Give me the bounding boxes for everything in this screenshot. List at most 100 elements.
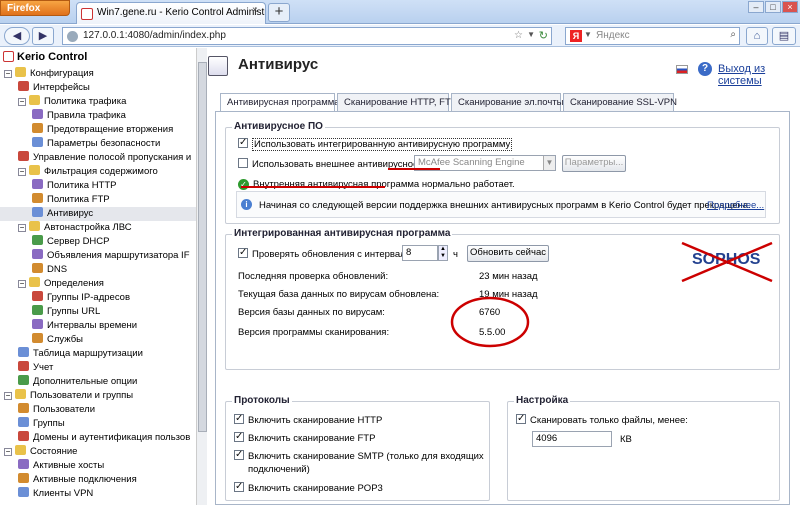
collapse-icon[interactable]: − [18, 224, 26, 232]
url-dropdown-icon[interactable]: ▼ [527, 30, 535, 39]
menu-icon[interactable]: ▤ [772, 27, 796, 45]
chevron-down-icon[interactable]: ▼ [543, 156, 555, 170]
browser-titlebar: Firefox Win7.gene.ru - Kerio Control Adm… [0, 0, 800, 24]
sidebar-item[interactable]: Интерфейсы [0, 81, 196, 95]
params-button[interactable]: Параметры... [562, 155, 626, 172]
sidebar-item[interactable]: Политика HTTP [0, 179, 196, 193]
sidebar-item[interactable]: Правила трафика [0, 109, 196, 123]
scan-smaller-checkbox[interactable] [516, 412, 526, 425]
scan-pop3-label: Включить сканирование POP3 [248, 483, 383, 494]
connections-icon [18, 473, 29, 483]
sidebar-item[interactable]: Группы [0, 417, 196, 431]
close-window-icon[interactable]: × [782, 1, 798, 13]
check-updates-checkbox[interactable] [238, 246, 248, 259]
site-identity-icon [67, 31, 78, 42]
sidebar-item[interactable]: Активные подключения [0, 473, 196, 487]
scan-smaller-row[interactable]: Сканировать только файлы, менее: [516, 412, 688, 427]
bookmark-star-icon[interactable]: ☆ [514, 30, 523, 41]
sidebar-item[interactable]: Службы [0, 333, 196, 347]
sidebar-item[interactable]: Предотвращение вторжения [0, 123, 196, 137]
back-button[interactable]: ◀ [4, 27, 30, 45]
sidebar-item[interactable]: − Конфигурация [0, 67, 196, 81]
collapse-icon[interactable]: − [18, 168, 26, 176]
scan-ftp-row[interactable]: Включить сканирование FTP [234, 430, 375, 445]
interval-spinner-icon[interactable]: ▲ ▼ [438, 245, 448, 261]
sidebar-item[interactable]: Объявления маршрутизатора IF [0, 249, 196, 263]
sidebar-item[interactable]: Параметры безопасности [0, 137, 196, 151]
scan-http-row[interactable]: Включить сканирование HTTP [234, 412, 382, 427]
firefox-menu-button[interactable]: Firefox [0, 0, 70, 16]
tab-close-icon[interactable]: × [252, 5, 258, 16]
scan-pop3-checkbox[interactable] [234, 480, 244, 493]
dhcp-icon [32, 235, 43, 245]
interval-input[interactable]: 8 [402, 245, 438, 261]
sidebar-item[interactable]: Группы IP-адресов [0, 291, 196, 305]
group-legend: Интегрированная антивирусная программа [232, 228, 453, 239]
check-updates-row[interactable]: Проверять обновления с интервалом [238, 246, 418, 261]
search-icon[interactable]: ⌕ [730, 29, 736, 40]
sidebar-item[interactable]: Антивирус [0, 207, 196, 221]
browser-tab[interactable]: Win7.gene.ru - Kerio Control Administrat… [76, 2, 266, 24]
scan-smtp-row[interactable]: Включить сканирование SMTP (только для в… [234, 448, 484, 463]
sidebar-item[interactable]: − Состояние [0, 445, 196, 459]
sidebar-item[interactable]: DNS [0, 263, 196, 277]
sidebar-item[interactable]: Активные хосты [0, 459, 196, 473]
tab-ssl-vpn-scanning[interactable]: Сканирование SSL-VPN [563, 93, 677, 111]
sidebar-item[interactable]: Пользователи [0, 403, 196, 417]
routing-icon [18, 347, 29, 357]
scan-pop3-row[interactable]: Включить сканирование POP3 [234, 480, 383, 495]
more-link[interactable]: Подробнее... [707, 199, 764, 212]
use-integrated-checkbox-row[interactable]: Использовать интегрированную антивирусну… [238, 136, 513, 151]
sidebar-item[interactable]: Дополнительные опции [0, 375, 196, 389]
sidebar-item[interactable]: − Автонастройка ЛВС [0, 221, 196, 235]
url-bar[interactable]: 127.0.0.1:4080/admin/index.php ☆ ▼ ↻ [62, 27, 552, 45]
search-engine-dropdown-icon[interactable]: ▼ [584, 30, 592, 39]
forward-button[interactable]: ▶ [32, 27, 54, 45]
collapse-icon[interactable]: − [4, 448, 12, 456]
sidebar-item[interactable]: Управление полосой пропускания и [0, 151, 196, 165]
use-integrated-checkbox[interactable] [238, 136, 248, 149]
maximize-icon[interactable]: □ [765, 1, 781, 13]
reload-icon[interactable]: ↻ [539, 29, 548, 42]
russian-flag-icon[interactable] [676, 65, 688, 74]
minimize-icon[interactable]: – [748, 1, 764, 13]
sidebar-item[interactable]: − Пользователи и группы [0, 389, 196, 403]
sidebar-item[interactable]: Домены и аутентификация пользов [0, 431, 196, 445]
tab-email-scanning[interactable]: Сканирование эл.почты [451, 93, 564, 111]
search-input[interactable]: Я ▼ Яндекс ⌕ [565, 27, 740, 45]
home-icon[interactable]: ⌂ [746, 27, 768, 45]
size-limit-input[interactable]: 4096 [532, 431, 612, 447]
sidebar-title: Kerio Control [17, 51, 88, 63]
new-tab-button[interactable]: + [268, 3, 290, 22]
tab-antivirus-program[interactable]: Антивирусная программа [220, 93, 340, 112]
scan-ftp-checkbox[interactable] [234, 430, 244, 443]
tab-http-ftp-scanning[interactable]: Сканирование HTTP, FTP [337, 93, 457, 111]
collapse-icon[interactable]: − [4, 70, 12, 78]
scan-smtp-checkbox[interactable] [234, 448, 244, 461]
scan-http-checkbox[interactable] [234, 412, 244, 425]
scrollbar-thumb[interactable] [198, 62, 207, 432]
sidebar-item[interactable]: Учет [0, 361, 196, 375]
sidebar-item-label: Пользователи и группы [30, 390, 134, 401]
sidebar-item[interactable]: Сервер DHCP [0, 235, 196, 249]
use-external-checkbox[interactable] [238, 158, 248, 168]
yandex-icon: Я [570, 30, 582, 42]
sidebar-scrollbar[interactable] [196, 48, 207, 505]
sidebar-item[interactable]: − Политика трафика [0, 95, 196, 109]
logout-link[interactable]: Выход из системы [718, 63, 800, 87]
sidebar-item[interactable]: − Определения [0, 277, 196, 291]
size-unit: КВ [620, 434, 632, 445]
sidebar-item[interactable]: Таблица маршрутизации [0, 347, 196, 361]
update-now-button[interactable]: Обновить сейчас [467, 245, 549, 262]
sidebar-header: Kerio Control [0, 48, 206, 65]
collapse-icon[interactable]: − [18, 280, 26, 288]
sidebar-item[interactable]: − Фильтрация содержимого [0, 165, 196, 179]
sidebar-item[interactable]: Группы URL [0, 305, 196, 319]
collapse-icon[interactable]: − [4, 392, 12, 400]
collapse-icon[interactable]: − [18, 98, 26, 106]
sidebar-item[interactable]: Политика FTP [0, 193, 196, 207]
sidebar-item[interactable]: Клиенты VPN [0, 487, 196, 501]
help-icon[interactable]: ? [698, 62, 712, 76]
sidebar-item-label: Определения [44, 278, 104, 289]
sidebar-item[interactable]: Интервалы времени [0, 319, 196, 333]
